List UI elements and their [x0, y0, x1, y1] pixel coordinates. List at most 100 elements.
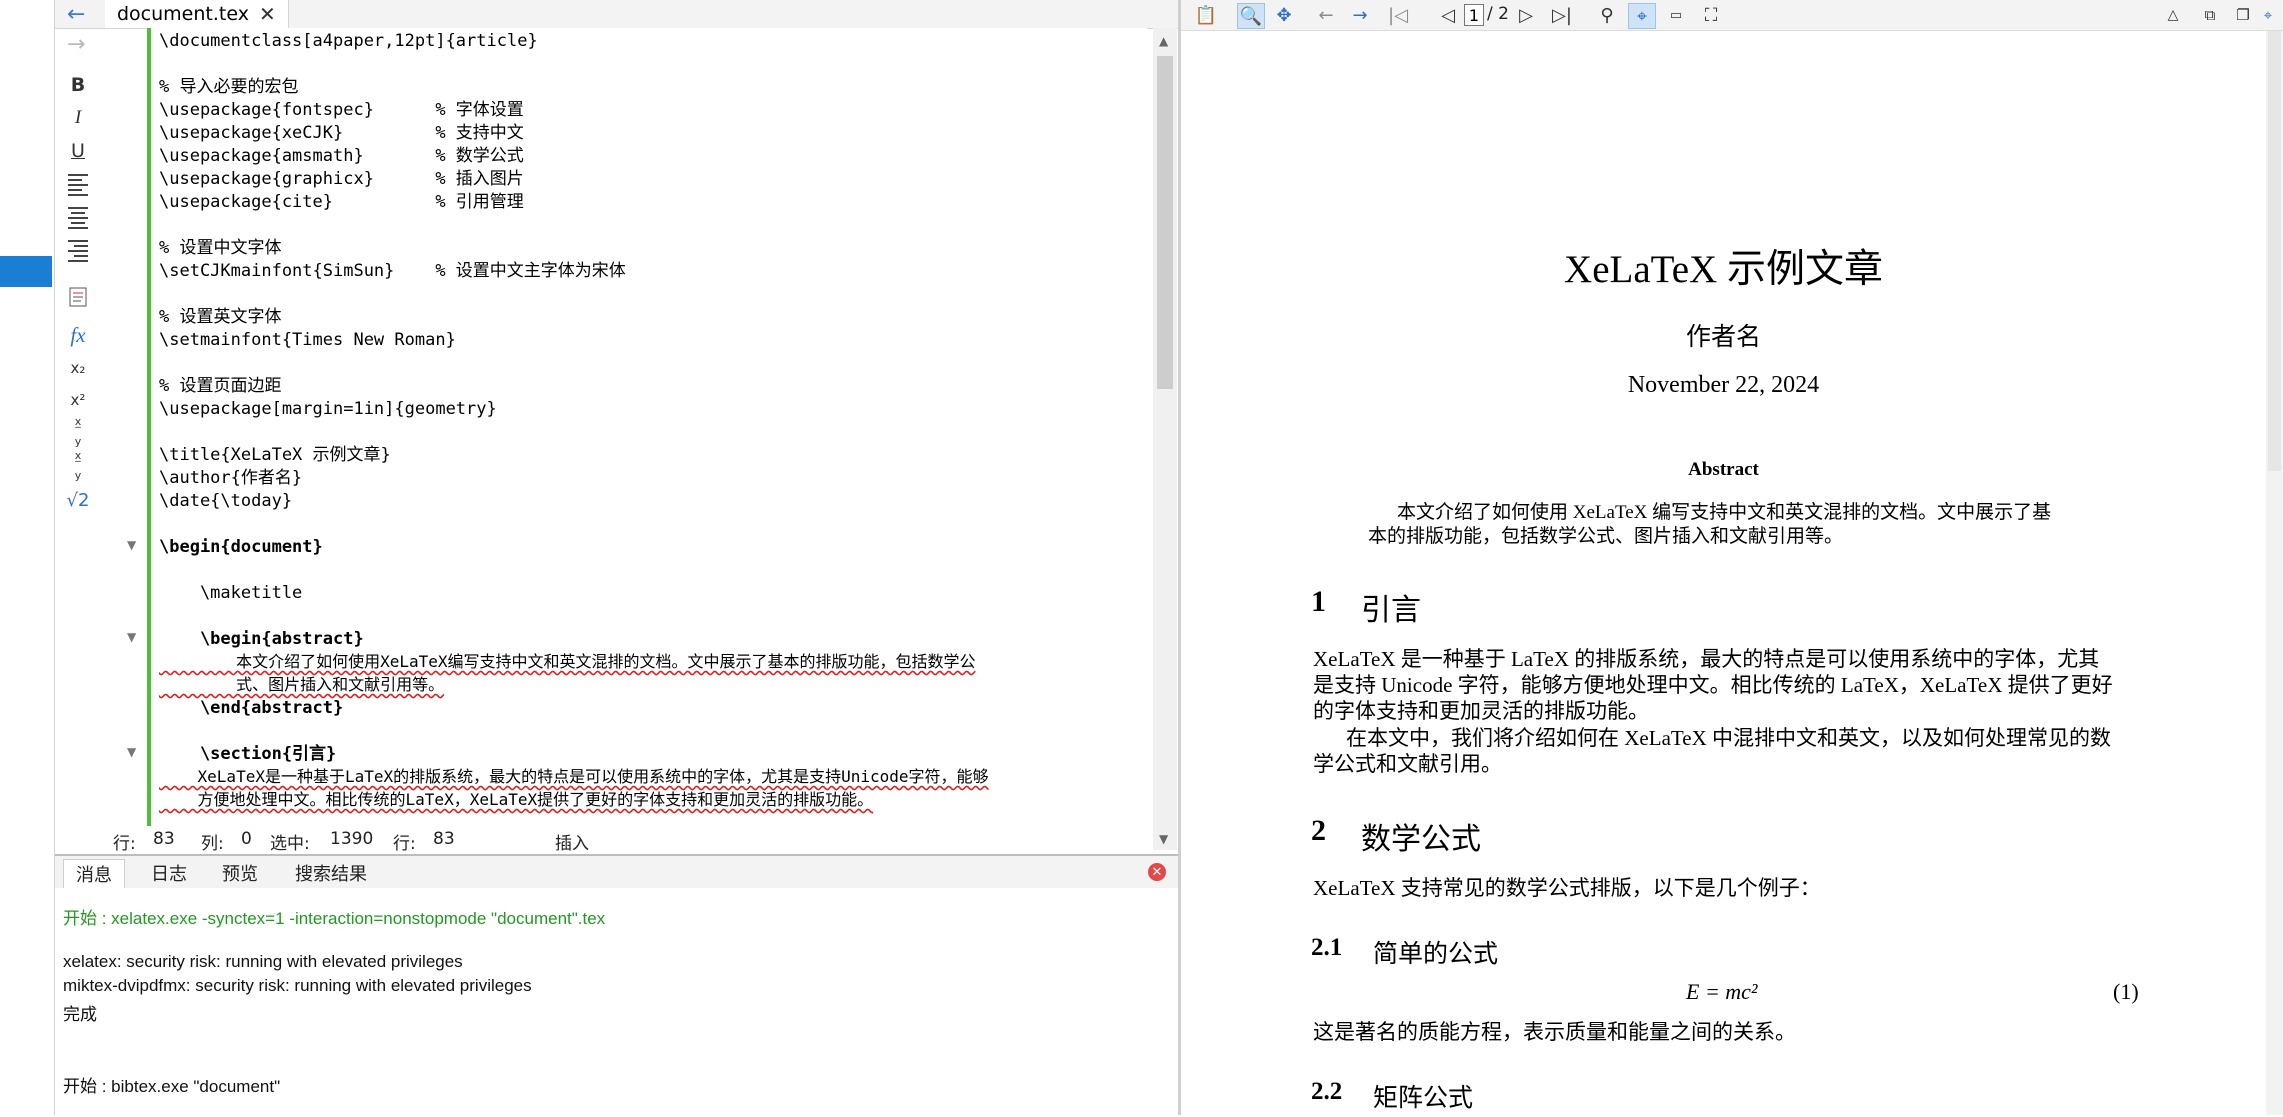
- align-right-button[interactable]: [63, 236, 93, 266]
- tab-label: document.tex: [117, 3, 249, 25]
- status-sel-value: 1390: [330, 829, 374, 849]
- editor-status-bar: 行: 83 列: 0 选中: 1390 行: 83 插入: [55, 826, 1153, 854]
- selected-side-item[interactable]: [0, 256, 52, 287]
- viewer-scrollbar[interactable]: [2266, 31, 2283, 1115]
- tab-document[interactable]: document.tex ✕: [105, 0, 289, 28]
- message-panel: 消息 日志 预览 搜索结果 ✕ 开始 : xelatex.exe -syncte…: [55, 854, 1178, 1117]
- code-line: \section{引言}: [159, 744, 337, 764]
- message-line: 完成: [63, 1005, 97, 1024]
- document-icon[interactable]: [63, 282, 93, 312]
- tab-log[interactable]: 日志: [139, 859, 199, 887]
- code-line: 式、图片插入和文献引用等。: [159, 675, 445, 694]
- align-left-button[interactable]: [63, 170, 93, 200]
- scroll-up-icon[interactable]: ▲: [1159, 34, 1168, 48]
- pan-move-icon[interactable]: ✥: [1271, 3, 1297, 27]
- crosshair-icon[interactable]: ⌖: [1628, 3, 1656, 29]
- status-row-value: 83: [153, 829, 175, 849]
- back-arrow-icon[interactable]: ←: [1313, 3, 1339, 27]
- code-line: \maketitle: [159, 583, 303, 603]
- subscript-button[interactable]: x₂: [63, 353, 93, 383]
- close-panel-icon[interactable]: ✕: [1148, 863, 1166, 881]
- pdf-page: XeLaTeX 示例文章 作者名 November 22, 2024 Abstr…: [1181, 31, 2266, 1115]
- sqrt-icon[interactable]: √2: [63, 485, 93, 515]
- underline-button[interactable]: U: [63, 136, 93, 166]
- section-number: 2: [1311, 814, 1326, 847]
- status-sel-label: 选中:: [270, 834, 310, 854]
- pdf-viewer-toolbar: 📋 🔍 ✥ ← → |◁ ◁: [1181, 0, 2283, 31]
- fullscreen-icon[interactable]: ⛶: [1698, 3, 1724, 27]
- clipboard-icon[interactable]: 📋: [1193, 3, 1219, 27]
- code-line: \author{作者名}: [159, 468, 303, 488]
- zoom-icon[interactable]: ⚲: [1594, 3, 1620, 27]
- side-panel-strip: [0, 0, 55, 1115]
- subsection-number: 2.1: [1311, 934, 1343, 961]
- page-total: / 2: [1487, 4, 1509, 24]
- body-line: 这是著名的质能方程，表示质量和能量之间的关系。: [1313, 1020, 1796, 1044]
- superscript-button[interactable]: x²: [63, 385, 93, 415]
- restore-window-icon[interactable]: ❐: [2230, 3, 2256, 27]
- code-line: 方便地处理中文。相比传统的LaTeX，XeLaTeX提供了更好的字体支持和更加灵…: [159, 790, 874, 809]
- back-arrow-icon[interactable]: ←: [67, 2, 85, 27]
- section-number: 1: [1311, 585, 1326, 618]
- last-page-icon[interactable]: ▷|: [1549, 3, 1575, 27]
- prev-page-icon[interactable]: ◁: [1435, 3, 1461, 27]
- message-line: miktex-dvipdfmx: security risk: running …: [63, 976, 532, 995]
- italic-button[interactable]: I: [63, 103, 93, 133]
- status-mode: 插入: [555, 834, 589, 854]
- tab-messages[interactable]: 消息: [63, 859, 125, 888]
- code-line: % 导入必要的宏包: [159, 77, 299, 97]
- fraction-icon[interactable]: x ‾ y: [63, 416, 93, 447]
- tab-preview[interactable]: 预览: [210, 859, 270, 887]
- sync-icon[interactable]: ⌖: [2258, 3, 2278, 27]
- dfrac-icon[interactable]: x ‾ y: [63, 450, 93, 481]
- message-tab-bar: 消息 日志 预览 搜索结果 ✕: [55, 856, 1178, 888]
- code-line: % 设置英文字体: [159, 307, 282, 327]
- external-window-icon[interactable]: ⧉: [2197, 3, 2223, 27]
- code-line: XeLaTeX是一种基于LaTeX的排版系统，最大的特点是可以使用系统中的字体，…: [159, 767, 989, 786]
- next-page-icon[interactable]: ▷: [1513, 3, 1539, 27]
- code-line: % 设置中文字体: [159, 238, 282, 258]
- code-line: \usepackage{cite} % 引用管理: [159, 192, 524, 212]
- fit-width-icon[interactable]: ▭: [1663, 3, 1689, 27]
- status-row2-value: 83: [433, 829, 455, 849]
- first-page-icon[interactable]: |◁: [1385, 3, 1411, 27]
- equation: E = mc²: [1686, 979, 1758, 1004]
- fold-arrow-icon[interactable]: ▼: [127, 538, 136, 552]
- code-line: % 设置页面边距: [159, 376, 282, 396]
- collapse-icon[interactable]: △: [2160, 3, 2186, 27]
- page-number-input[interactable]: 1: [1464, 4, 1484, 26]
- body-line: 的字体支持和更加灵活的排版功能。: [1313, 699, 1649, 723]
- forward-arrow-icon[interactable]: →: [67, 32, 85, 57]
- message-line: 开始 : xelatex.exe -synctex=1 -interaction…: [63, 909, 606, 928]
- scrollbar-thumb[interactable]: [1157, 56, 1173, 389]
- function-fx-icon[interactable]: fx: [63, 320, 93, 350]
- code-line: \usepackage{graphicx} % 插入图片: [159, 169, 524, 189]
- document-author: 作者名: [1685, 324, 1761, 351]
- bold-button[interactable]: B: [63, 70, 93, 100]
- change-marker-bar: [147, 28, 151, 826]
- tab-search-results[interactable]: 搜索结果: [283, 859, 379, 887]
- status-col-label: 列:: [201, 834, 224, 854]
- abstract-heading: Abstract: [1688, 459, 1759, 480]
- scrollbar-thumb[interactable]: [2268, 31, 2281, 471]
- code-line: \setmainfont{Times New Roman}: [159, 330, 456, 350]
- fold-arrow-icon[interactable]: ▼: [127, 745, 136, 759]
- scroll-down-icon[interactable]: ▼: [1159, 832, 1168, 846]
- subsection-title: 简单的公式: [1373, 941, 1499, 968]
- code-line: \usepackage[margin=1in]{geometry}: [159, 399, 497, 419]
- fold-arrow-icon[interactable]: ▼: [127, 630, 136, 644]
- document-date: November 22, 2024: [1627, 372, 1820, 398]
- align-center-button[interactable]: [63, 203, 93, 233]
- code-editor[interactable]: \documentclass[a4paper,12pt]{article} % …: [147, 28, 1147, 828]
- body-line: XeLaTeX 支持常见的数学公式排版，以下是几个例子：: [1313, 876, 1821, 900]
- close-tab-icon[interactable]: ✕: [259, 2, 276, 26]
- status-row-label: 行:: [113, 834, 136, 854]
- magnifier-icon[interactable]: 🔍: [1237, 3, 1265, 29]
- status-col-value: 0: [241, 829, 252, 849]
- code-line: \usepackage{xeCJK} % 支持中文: [159, 123, 524, 143]
- forward-arrow-icon[interactable]: →: [1347, 3, 1373, 27]
- equation-number: (1): [2113, 979, 2139, 1004]
- code-line: \setCJKmainfont{SimSun} % 设置中文主字体为宋体: [159, 261, 626, 281]
- code-line: \begin{document}: [159, 537, 323, 557]
- editor-scrollbar[interactable]: ▲ ▼: [1153, 28, 1177, 850]
